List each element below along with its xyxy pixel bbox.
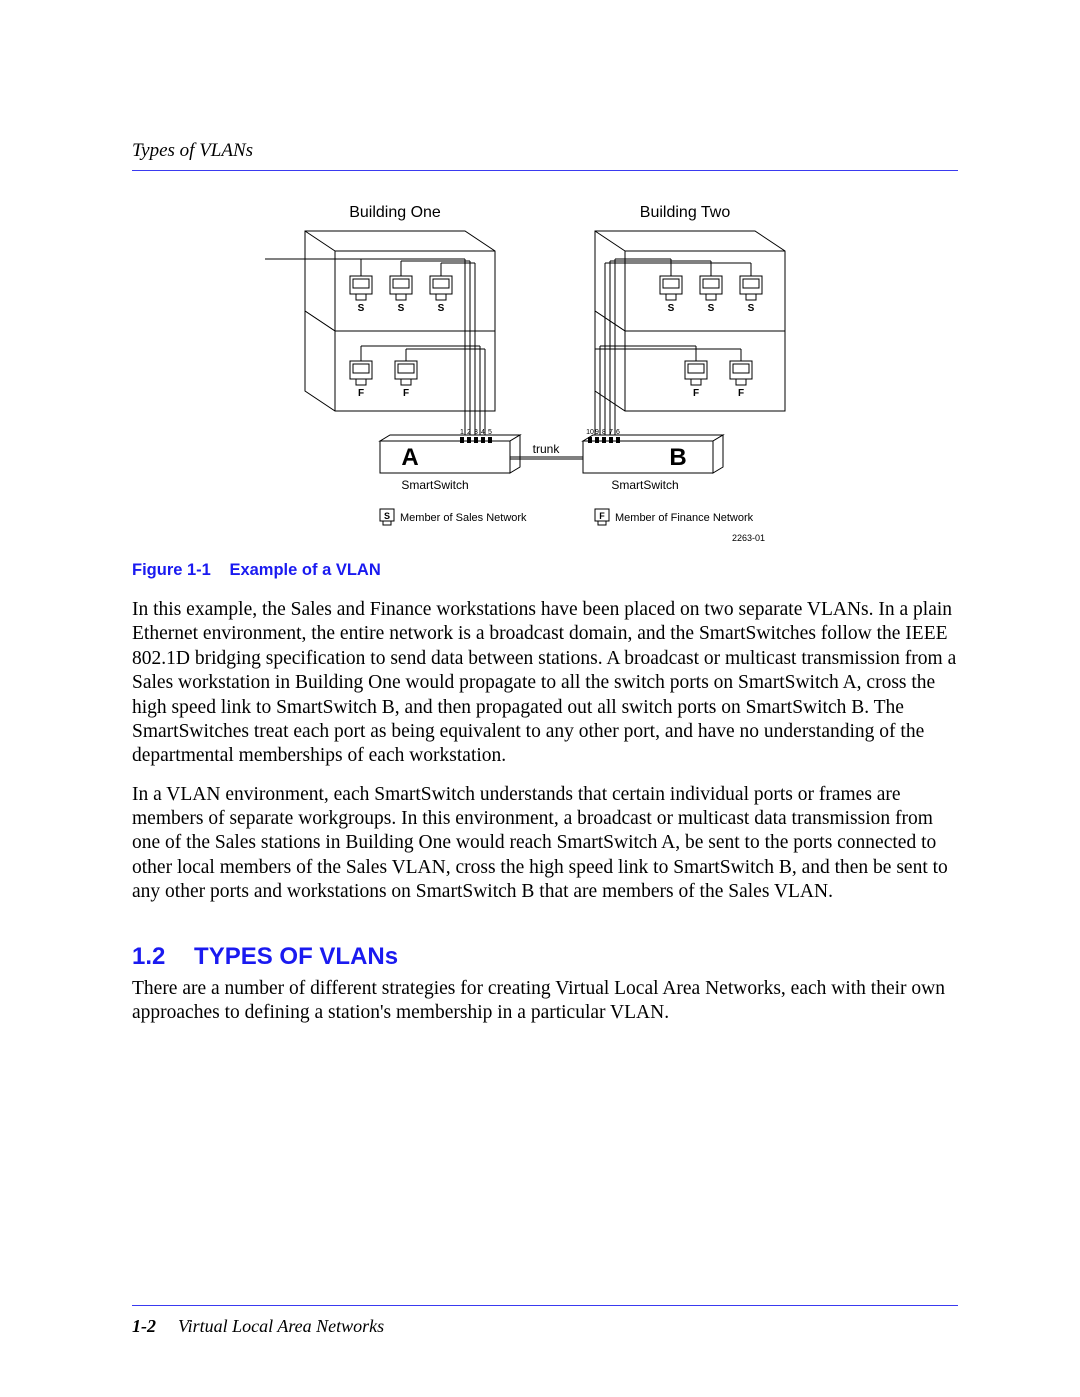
header-section-label: Types of VLANs xyxy=(132,140,958,162)
svg-text:S: S xyxy=(398,303,405,314)
svg-text:8: 8 xyxy=(602,429,606,436)
svg-text:B: B xyxy=(669,444,686,471)
header-divider xyxy=(132,170,958,171)
section-intro: There are a number of different strategi… xyxy=(132,977,958,1026)
svg-text:S: S xyxy=(358,303,365,314)
svg-text:6: 6 xyxy=(616,429,620,436)
figure-caption-text: Example of a VLAN xyxy=(229,561,380,579)
svg-text:5: 5 xyxy=(488,429,492,436)
footer-doc-title: Virtual Local Area Networks xyxy=(178,1316,384,1337)
svg-text:A: A xyxy=(401,444,418,471)
figure-caption-label: Figure 1-1 xyxy=(132,561,211,579)
figure-vlan-diagram: Building One Building Two S S S xyxy=(132,201,958,551)
svg-text:1: 1 xyxy=(460,429,464,436)
trunk-link: trunk xyxy=(510,442,583,459)
section-number: 1.2 xyxy=(132,943,165,970)
building-one-label: Building One xyxy=(349,204,441,221)
building-two-label: Building Two xyxy=(640,204,731,221)
svg-text:S: S xyxy=(384,511,390,521)
paragraph-1: In this example, the Sales and Finance w… xyxy=(132,598,958,769)
svg-text:trunk: trunk xyxy=(533,442,561,456)
svg-text:4: 4 xyxy=(481,429,485,436)
paragraph-2: In a VLAN environment, each SmartSwitch … xyxy=(132,783,958,905)
svg-text:S: S xyxy=(748,303,755,314)
figure-legend: S Member of Sales Network F Member of Fi… xyxy=(380,509,765,543)
svg-text:S: S xyxy=(708,303,715,314)
svg-text:F: F xyxy=(693,388,699,399)
svg-text:SmartSwitch: SmartSwitch xyxy=(401,478,468,492)
svg-text:S: S xyxy=(668,303,675,314)
svg-text:2263-01: 2263-01 xyxy=(732,533,765,543)
page: Types of VLANs Building One Building Two xyxy=(0,0,1080,1397)
svg-text:S: S xyxy=(438,303,445,314)
footer-divider xyxy=(132,1305,958,1306)
svg-text:F: F xyxy=(738,388,744,399)
svg-text:10: 10 xyxy=(586,429,594,436)
smartswitch-a: A 1 2 3 4 5 SmartSwitch xyxy=(380,429,520,492)
svg-text:Member of Finance Network: Member of Finance Network xyxy=(615,512,754,524)
page-footer: 1-2 Virtual Local Area Networks xyxy=(132,1316,958,1337)
svg-text:9: 9 xyxy=(595,429,599,436)
smartswitch-b: B 10 9 8 7 6 SmartSwitch xyxy=(583,429,723,492)
svg-text:F: F xyxy=(403,388,409,399)
svg-text:SmartSwitch: SmartSwitch xyxy=(611,478,678,492)
vlan-diagram-svg: Building One Building Two S S S xyxy=(265,201,825,551)
svg-text:F: F xyxy=(599,511,605,521)
svg-text:F: F xyxy=(358,388,364,399)
building-two-box: S S S F F xyxy=(595,231,785,441)
section-1-2-heading: 1.2 TYPES OF VLANs xyxy=(132,943,958,971)
building-one-box: S S S F F xyxy=(265,231,495,441)
running-header: Types of VLANs xyxy=(132,140,958,201)
figure-caption: Figure 1-1 Example of a VLAN xyxy=(132,561,958,580)
svg-text:3: 3 xyxy=(474,429,478,436)
section-title: TYPES OF VLANs xyxy=(194,943,398,970)
footer-page-number: 1-2 xyxy=(132,1316,156,1337)
svg-text:2: 2 xyxy=(467,429,471,436)
svg-text:7: 7 xyxy=(609,429,613,436)
svg-text:Member of Sales Network: Member of Sales Network xyxy=(400,512,527,524)
